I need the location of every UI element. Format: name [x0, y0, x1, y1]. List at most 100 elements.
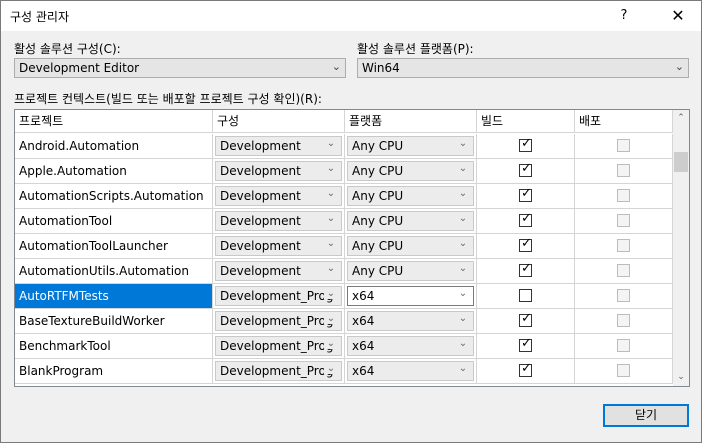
table-row[interactable]: AutomationTool Development ⌄ Any CPU ⌄ ✓	[15, 209, 673, 234]
active-platform-select[interactable]: Win64 ⌄	[357, 58, 689, 78]
column-header-project[interactable]: 프로젝트	[15, 110, 213, 132]
project-cell[interactable]: AutomationToolLauncher	[15, 234, 213, 258]
platform-cell[interactable]: Any CPU ⌄	[345, 259, 477, 283]
build-checkbox[interactable]: ✓	[519, 312, 532, 327]
build-checkbox[interactable]: ✓	[519, 187, 532, 202]
table-row[interactable]: BaseTextureBuildWorker Development_Prog ⌄ x…	[15, 309, 673, 334]
active-config-select[interactable]: Development Editor ⌄	[14, 58, 346, 78]
table-row[interactable]: AutomationScripts.Automation Development ⌄…	[15, 184, 673, 209]
platform-dropdown[interactable]: Any CPU ⌄	[347, 211, 474, 231]
config-cell[interactable]: Development_Prog ⌄	[213, 284, 345, 308]
table-row[interactable]: Android.Automation Development ⌄ Any CPU ⌄ ✓	[15, 134, 673, 159]
config-cell[interactable]: Development ⌄	[213, 209, 345, 233]
platform-cell[interactable]: Any CPU ⌄	[345, 184, 477, 208]
scroll-down-icon[interactable]: ⌄	[673, 369, 689, 386]
platform-dropdown[interactable]: x64 ⌄	[347, 311, 474, 331]
config-dropdown[interactable]: Development ⌄	[215, 261, 342, 281]
platform-cell[interactable]: Any CPU ⌄	[345, 159, 477, 183]
platform-dropdown[interactable]: Any CPU ⌄	[347, 161, 474, 181]
scroll-thumb[interactable]	[674, 152, 688, 172]
platform-cell[interactable]: x64 ⌄	[345, 359, 477, 383]
config-cell[interactable]: Development_Prog ⌄	[213, 334, 345, 358]
close-button[interactable]: 닫기	[603, 404, 689, 427]
platform-dropdown[interactable]: Any CPU ⌄	[347, 186, 474, 206]
table-row[interactable]: BlankProgram Development_Prog ⌄ x64 ⌄ ✓	[15, 359, 673, 384]
platform-dropdown[interactable]: x64 ⌄	[347, 361, 474, 381]
platform-dropdown[interactable]: Any CPU ⌄	[347, 261, 474, 281]
platform-cell[interactable]: Any CPU ⌄	[345, 234, 477, 258]
build-checkbox[interactable]: ✓	[519, 212, 532, 227]
column-header-config[interactable]: 구성	[213, 110, 345, 132]
build-cell[interactable]: ✓	[477, 159, 575, 183]
help-button[interactable]: ?	[611, 3, 637, 29]
project-cell[interactable]: Android.Automation	[15, 134, 213, 158]
config-dropdown[interactable]: Development ⌄	[215, 136, 342, 156]
project-cell[interactable]: BenchmarkTool	[15, 334, 213, 358]
project-cell[interactable]: Apple.Automation	[15, 159, 213, 183]
platform-dropdown[interactable]: Any CPU ⌄	[347, 236, 474, 256]
close-window-button[interactable]: ✕	[663, 3, 693, 29]
deploy-checkbox	[617, 289, 630, 302]
project-cell[interactable]: AutomationTool	[15, 209, 213, 233]
project-cell[interactable]: AutomationUtils.Automation	[15, 259, 213, 283]
platform-cell[interactable]: Any CPU ⌄	[345, 134, 477, 158]
build-checkbox[interactable]: ✓	[519, 162, 532, 177]
table-row[interactable]: AutomationToolLauncher Development ⌄ Any CP…	[15, 234, 673, 259]
config-cell[interactable]: Development ⌄	[213, 134, 345, 158]
build-cell[interactable]: ✓	[477, 309, 575, 333]
build-checkbox[interactable]: ✓	[519, 137, 532, 152]
build-cell[interactable]: ✓	[477, 259, 575, 283]
config-cell[interactable]: Development_Prog ⌄	[213, 309, 345, 333]
config-dropdown[interactable]: Development ⌄	[215, 211, 342, 231]
config-dropdown[interactable]: Development ⌄	[215, 161, 342, 181]
build-cell[interactable]: ✓	[477, 234, 575, 258]
deploy-checkbox	[617, 164, 630, 177]
chevron-down-icon: ⌄	[456, 138, 470, 149]
build-cell[interactable]	[477, 284, 575, 308]
scroll-up-icon[interactable]: ⌃	[673, 110, 689, 127]
table-row[interactable]: AutomationUtils.Automation Development ⌄ An…	[15, 259, 673, 284]
project-cell[interactable]: BlankProgram	[15, 359, 213, 383]
config-cell[interactable]: Development ⌄	[213, 234, 345, 258]
config-dropdown[interactable]: Development_Prog ⌄	[215, 336, 342, 356]
project-cell[interactable]: AutoRTFMTests	[15, 284, 213, 308]
column-header-platform[interactable]: 플랫폼	[345, 110, 477, 132]
chevron-down-icon: ⌄	[324, 213, 338, 224]
column-header-build[interactable]: 빌드	[477, 110, 575, 132]
build-cell[interactable]: ✓	[477, 134, 575, 158]
build-checkbox[interactable]: ✓	[519, 337, 532, 352]
project-cell[interactable]: AutomationScripts.Automation	[15, 184, 213, 208]
table-row[interactable]: AutoRTFMTests Development_Prog ⌄ x64 ⌄	[15, 284, 673, 309]
column-header-deploy[interactable]: 배포	[575, 110, 673, 132]
platform-dropdown[interactable]: x64 ⌄	[347, 336, 474, 356]
platform-dropdown[interactable]: x64 ⌄	[347, 286, 474, 306]
config-dropdown[interactable]: Development ⌄	[215, 186, 342, 206]
build-cell[interactable]: ✓	[477, 209, 575, 233]
config-dropdown[interactable]: Development_Prog ⌄	[215, 361, 342, 381]
platform-dropdown[interactable]: Any CPU ⌄	[347, 136, 474, 156]
project-context-grid[interactable]: 프로젝트 구성 플랫폼 빌드 배포 Android.Automation Deve…	[14, 109, 690, 387]
platform-cell[interactable]: Any CPU ⌄	[345, 209, 477, 233]
build-checkbox[interactable]	[519, 289, 532, 302]
config-dropdown[interactable]: Development ⌄	[215, 236, 342, 256]
vertical-scrollbar[interactable]: ⌃ ⌄	[673, 110, 689, 386]
build-checkbox[interactable]: ✓	[519, 262, 532, 277]
config-cell[interactable]: Development ⌄	[213, 159, 345, 183]
build-cell[interactable]: ✓	[477, 334, 575, 358]
project-cell[interactable]: BaseTextureBuildWorker	[15, 309, 213, 333]
config-dropdown[interactable]: Development_Prog ⌄	[215, 286, 342, 306]
table-row[interactable]: BenchmarkTool Development_Prog ⌄ x64 ⌄ ✓	[15, 334, 673, 359]
build-cell[interactable]: ✓	[477, 184, 575, 208]
table-row[interactable]: Apple.Automation Development ⌄ Any CPU ⌄ ✓	[15, 159, 673, 184]
build-checkbox[interactable]: ✓	[519, 362, 532, 377]
config-cell[interactable]: Development_Prog ⌄	[213, 359, 345, 383]
config-cell[interactable]: Development ⌄	[213, 259, 345, 283]
build-checkbox[interactable]: ✓	[519, 237, 532, 252]
active-platform-label: 활성 솔루션 플랫폼(P):	[357, 42, 474, 56]
platform-cell[interactable]: x64 ⌄	[345, 334, 477, 358]
build-cell[interactable]: ✓	[477, 359, 575, 383]
platform-cell[interactable]: x64 ⌄	[345, 284, 477, 308]
platform-cell[interactable]: x64 ⌄	[345, 309, 477, 333]
config-dropdown[interactable]: Development_Prog ⌄	[215, 311, 342, 331]
config-cell[interactable]: Development ⌄	[213, 184, 345, 208]
